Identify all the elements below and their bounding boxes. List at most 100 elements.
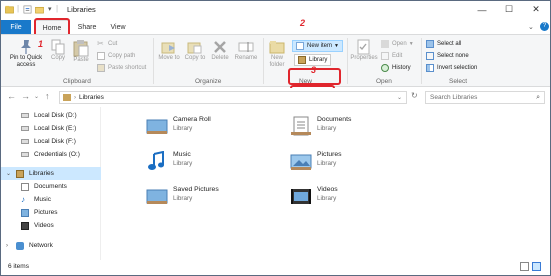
up-arrow-icon[interactable]: ↑ — [45, 91, 50, 101]
group-separator — [421, 38, 422, 84]
refresh-icon[interactable]: ↻ — [411, 91, 418, 100]
edit-button[interactable]: Edit — [381, 52, 402, 60]
copy-button[interactable]: Copy — [49, 39, 67, 62]
library-item-videos[interactable]: Videos Library — [290, 186, 338, 208]
new-folder-icon[interactable] — [35, 5, 44, 14]
new-folder-large-icon — [269, 41, 285, 54]
rename-label: Rename — [234, 55, 258, 61]
select-none-label: Select none — [437, 53, 469, 59]
library-type: Library — [173, 160, 193, 167]
nav-item-credentials[interactable]: Credentials (O:) — [1, 148, 101, 161]
back-arrow-icon[interactable]: ← — [7, 91, 16, 101]
copy-path-button[interactable]: Copy path — [97, 52, 135, 60]
paste-button[interactable]: Paste — [71, 39, 91, 64]
rename-button[interactable]: Rename — [233, 39, 259, 62]
open-label: Open — [392, 41, 407, 47]
maximize-button[interactable]: ☐ — [496, 1, 522, 18]
library-item-music[interactable]: Music Library — [146, 151, 192, 173]
library-type: Library — [317, 125, 337, 132]
nav-item-local-disk-f[interactable]: Local Disk (F:) — [1, 135, 101, 148]
copy-path-icon — [97, 52, 105, 60]
minimize-button[interactable]: — — [469, 1, 495, 18]
paste-shortcut-button[interactable]: Paste shortcut — [97, 64, 146, 72]
nav-item-videos[interactable]: Videos — [1, 219, 101, 232]
group-separator — [347, 38, 348, 84]
chevron-down-icon[interactable]: ⌄ — [397, 94, 402, 101]
navigation-pane: Local Disk (D:) Local Disk (E:) Local Di… — [1, 107, 101, 260]
address-bar[interactable]: › Libraries ⌄ — [59, 91, 407, 104]
help-icon[interactable]: ? — [540, 22, 549, 31]
new-item-label: New item — [307, 43, 333, 49]
copy-to-icon — [187, 42, 202, 54]
address-row: ← → ⌄ ↑ › Libraries ⌄ ↻ Search Libraries… — [1, 88, 550, 107]
drive-icon — [21, 139, 29, 144]
move-to-icon — [161, 42, 175, 54]
select-all-label: Select all — [437, 41, 462, 47]
library-type: Library — [173, 195, 193, 202]
copy-to-label: Copy to — [184, 55, 206, 61]
edit-label: Edit — [392, 53, 403, 59]
open-group-label: Open — [376, 78, 392, 85]
organize-group-label: Organize — [195, 78, 222, 85]
invert-selection-button[interactable]: Invert selection — [426, 64, 477, 72]
chevron-down-icon: ▼ — [408, 41, 414, 47]
delete-button[interactable]: Delete — [209, 39, 231, 62]
nav-item-local-disk-d[interactable]: Local Disk (D:) — [1, 109, 101, 122]
properties-button[interactable]: Properties — [350, 39, 378, 62]
nav-item-label: Local Disk (F:) — [34, 138, 76, 145]
nav-item-label: Credentials (O:) — [34, 151, 80, 158]
copy-path-label: Copy path — [108, 53, 136, 59]
tab-view[interactable]: View — [105, 20, 131, 35]
nav-item-documents[interactable]: Documents — [1, 180, 101, 193]
open-button[interactable]: Open ▼ — [381, 40, 414, 48]
address-path: Libraries — [79, 94, 104, 101]
recent-locations-icon[interactable]: ⌄ — [34, 93, 39, 100]
nav-item-music[interactable]: ♪ Music — [1, 193, 101, 206]
tab-share[interactable]: Share — [73, 20, 101, 35]
search-input[interactable]: Search Libraries ⌕ — [425, 91, 545, 104]
copy-to-button[interactable]: Copy to — [183, 39, 207, 62]
new-item-dropdown[interactable]: New item ▼ — [292, 40, 343, 52]
pin-icon — [21, 40, 31, 54]
large-icons-view-icon[interactable] — [532, 262, 541, 271]
nav-item-network[interactable]: › Network — [1, 239, 101, 252]
network-drive-icon — [21, 152, 29, 157]
library-type: Library — [173, 125, 193, 132]
nav-item-label: Music — [34, 196, 51, 203]
details-view-icon[interactable] — [520, 262, 529, 271]
nav-item-label: Pictures — [34, 209, 58, 216]
library-item-camera-roll[interactable]: Camera Roll Library — [146, 116, 211, 138]
customize-arrow-icon[interactable]: ▾ — [48, 5, 52, 13]
select-none-icon — [426, 52, 434, 60]
nav-item-libraries[interactable]: ⌄ Libraries — [1, 167, 101, 180]
window-title: Libraries — [67, 5, 96, 14]
cut-button[interactable]: ✂ Cut — [97, 40, 117, 48]
paste-label: Paste — [73, 57, 89, 63]
forward-arrow-icon[interactable]: → — [21, 91, 30, 101]
new-folder-button[interactable]: New folder — [266, 39, 288, 69]
folder-icon — [5, 5, 14, 14]
move-to-button[interactable]: Move to — [157, 39, 181, 62]
library-type: Library — [317, 160, 337, 167]
saved-pictures-icon — [146, 189, 168, 204]
explorer-window: | ▾ | Libraries — ☐ ✕ File Home Share Vi… — [0, 0, 551, 276]
history-label: History — [392, 65, 411, 71]
history-button[interactable]: History — [381, 64, 411, 72]
library-name: Pictures — [317, 151, 342, 158]
nav-item-pictures[interactable]: Pictures — [1, 206, 101, 219]
libraries-icon — [16, 169, 24, 178]
properties-icon[interactable] — [23, 5, 32, 14]
library-item-pictures[interactable]: Pictures Library — [290, 151, 342, 173]
tab-file[interactable]: File — [1, 20, 31, 35]
expand-ribbon-icon[interactable]: ⌄ — [528, 23, 534, 31]
documents-icon — [21, 182, 29, 191]
close-button[interactable]: ✕ — [523, 1, 549, 18]
new-item-icon — [296, 42, 304, 50]
select-none-button[interactable]: Select none — [426, 52, 469, 60]
nav-item-local-disk-e[interactable]: Local Disk (E:) — [1, 122, 101, 135]
library-item-documents[interactable]: Documents Library — [290, 116, 351, 138]
clipboard-group-label: Clipboard — [63, 78, 91, 85]
select-all-button[interactable]: Select all — [426, 40, 461, 48]
library-item-saved-pictures[interactable]: Saved Pictures Library — [146, 186, 219, 208]
edit-icon — [381, 52, 389, 60]
